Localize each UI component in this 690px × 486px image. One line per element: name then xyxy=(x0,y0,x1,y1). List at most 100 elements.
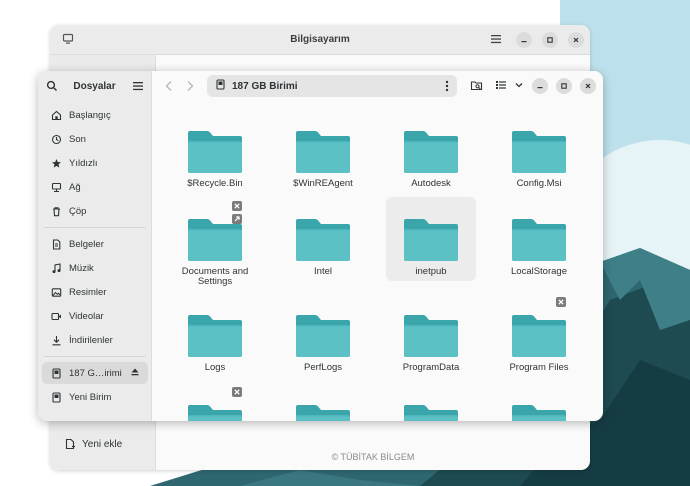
sidebar-item-label: Yıldızlı xyxy=(69,157,98,169)
sidebar-item-downloads[interactable]: İndirilenler xyxy=(42,329,148,351)
sidebar-item-drive-187gb[interactable]: 187 G…irimi xyxy=(42,362,148,384)
sidebar-item-network[interactable]: Ağ xyxy=(42,176,148,198)
sidebar-item-label: 187 G…irimi xyxy=(69,367,122,379)
folder-item[interactable] xyxy=(170,383,260,421)
folder-icon xyxy=(296,315,350,357)
sidebar-item-label: Resimler xyxy=(69,286,107,298)
files-sidebar: Dosyalar Başlangıç Son Yıldızlı Ağ Çöp B… xyxy=(38,71,152,421)
location-menu-icon[interactable] xyxy=(445,80,449,95)
download-icon xyxy=(50,334,62,346)
folder-name: Documents and Settings xyxy=(181,266,249,287)
picture-icon xyxy=(50,286,62,298)
folder-icon xyxy=(188,219,242,261)
minimize-icon xyxy=(521,41,527,43)
maximize-button[interactable] xyxy=(556,78,572,94)
add-new-button[interactable]: Yeni ekle xyxy=(64,438,122,450)
main-menu-icon[interactable] xyxy=(132,80,144,95)
sidebar-item-label: Ağ xyxy=(69,181,81,193)
folder-name: PerfLogs xyxy=(303,362,343,373)
folder-name: Config.Msi xyxy=(516,178,562,189)
sidebar-item-recent[interactable]: Son xyxy=(42,128,148,150)
sidebar-item-label: Başlangıç xyxy=(69,109,111,121)
folder-icon xyxy=(512,405,566,421)
sidebar-separator xyxy=(44,356,146,357)
sidebar-separator xyxy=(44,227,146,228)
drive-icon xyxy=(215,79,226,93)
folder-item[interactable]: $WinREAgent xyxy=(278,109,368,193)
folder-item[interactable]: Documents and Settings xyxy=(170,197,260,287)
folder-icon xyxy=(188,405,242,421)
location-label: 187 GB Birimi xyxy=(232,80,298,92)
drive-icon xyxy=(50,391,62,403)
folder-item[interactable]: inetpub xyxy=(386,197,476,281)
folder-name: Autodesk xyxy=(411,178,451,189)
sidebar-item-label: Müzik xyxy=(69,262,94,274)
add-new-label: Yeni ekle xyxy=(82,438,123,450)
close-icon xyxy=(585,83,591,89)
folder-name: $WinREAgent xyxy=(293,178,353,189)
location-pathbar[interactable]: 187 GB Birimi xyxy=(207,75,457,97)
folder-name: LocalStorage xyxy=(511,266,567,277)
maximize-icon xyxy=(561,83,567,89)
folder-item[interactable]: Intel xyxy=(278,197,368,281)
folder-item[interactable] xyxy=(386,383,476,421)
folder-item[interactable]: Config.Msi xyxy=(494,109,584,193)
minimize-button[interactable] xyxy=(516,32,532,48)
close-button[interactable] xyxy=(580,78,596,94)
folder-item[interactable]: ProgramData xyxy=(386,293,476,377)
folder-icon xyxy=(512,315,566,357)
sidebar-item-label: Belgeler xyxy=(69,238,104,250)
folder-icon xyxy=(296,405,350,421)
sidebar-item-home[interactable]: Başlangıç xyxy=(42,104,148,126)
sidebar-item-label: Videolar xyxy=(69,310,104,322)
sidebar-item-pictures[interactable]: Resimler xyxy=(42,281,148,303)
folder-item[interactable]: Autodesk xyxy=(386,109,476,193)
forward-arrow-icon[interactable] xyxy=(185,80,195,95)
folder-name: Logs xyxy=(204,362,226,373)
video-icon xyxy=(50,310,62,322)
sidebar-item-videos[interactable]: Videolar xyxy=(42,305,148,327)
sidebar-item-label: İndirilenler xyxy=(69,334,113,346)
search-location-icon[interactable] xyxy=(470,79,483,95)
sidebar-item-label: Son xyxy=(69,133,86,145)
folder-icon xyxy=(188,315,242,357)
folder-name: $Recycle.Bin xyxy=(187,178,243,189)
sidebar-item-starred[interactable]: Yıldızlı xyxy=(42,152,148,174)
eject-icon[interactable] xyxy=(130,367,140,380)
folder-name: inetpub xyxy=(415,266,447,277)
folder-item[interactable]: $Recycle.Bin xyxy=(170,109,260,193)
folder-item[interactable]: LocalStorage xyxy=(494,197,584,281)
back-arrow-icon[interactable] xyxy=(164,80,174,95)
sidebar-item-trash[interactable]: Çöp xyxy=(42,200,148,222)
folder-icon xyxy=(404,219,458,261)
sidebar-header: Dosyalar xyxy=(38,71,151,101)
sidebar-item-documents[interactable]: Belgeler xyxy=(42,233,148,255)
folder-name: Intel xyxy=(314,266,332,277)
folder-icon xyxy=(404,131,458,173)
folder-icon xyxy=(296,131,350,173)
hamburger-menu-icon[interactable] xyxy=(490,33,502,48)
folder-icon xyxy=(404,405,458,421)
clock-icon xyxy=(50,133,62,145)
close-button[interactable] xyxy=(568,32,584,48)
unreadable-emblem-icon xyxy=(232,201,242,211)
folder-item[interactable]: Logs xyxy=(170,293,260,377)
unreadable-emblem-icon xyxy=(556,297,566,307)
sidebar-item-music[interactable]: Müzik xyxy=(42,257,148,279)
view-options-chevron-down-icon[interactable] xyxy=(514,79,524,94)
folder-item[interactable] xyxy=(494,383,584,421)
files-headerbar: 187 GB Birimi xyxy=(152,71,603,101)
maximize-button[interactable] xyxy=(542,32,558,48)
folder-item[interactable] xyxy=(278,383,368,421)
folder-item[interactable]: Program Files xyxy=(494,293,584,377)
folder-icon xyxy=(404,315,458,357)
folder-item[interactable]: PerfLogs xyxy=(278,293,368,377)
minimize-button[interactable] xyxy=(532,78,548,94)
sidebar-item-new-volume[interactable]: Yeni Birim xyxy=(42,386,148,408)
folder-name: Program Files xyxy=(509,362,569,373)
folder-icon xyxy=(188,131,242,173)
folder-grid: $Recycle.Bin $WinREAgent Autodesk Config.Ms… xyxy=(152,101,603,421)
add-file-icon xyxy=(65,438,75,450)
home-icon xyxy=(50,109,62,121)
view-list-icon[interactable] xyxy=(495,79,507,94)
